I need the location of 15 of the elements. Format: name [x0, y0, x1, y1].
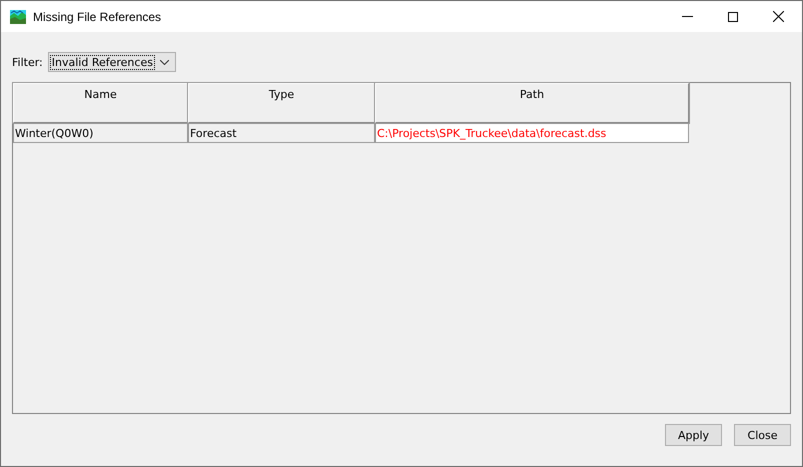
filter-dropdown[interactable]: Invalid References — [48, 52, 176, 72]
dialog-button[interactable]: Close — [734, 424, 791, 446]
maximize-icon[interactable] — [728, 12, 738, 22]
column-header[interactable]: Type — [188, 83, 375, 123]
window-title: Missing File References — [33, 10, 162, 24]
table-cell: C:\Projects\SPK_Truckee\data\forecast.dss — [375, 123, 689, 143]
caret-icon — [160, 60, 169, 64]
column-header[interactable]: Name — [13, 83, 188, 123]
filter-label: Filter: — [12, 56, 43, 68]
column-header[interactable]: Path — [375, 83, 689, 123]
close-icon[interactable] — [773, 11, 784, 22]
dialog-button[interactable]: Apply — [665, 424, 722, 446]
table-cell: Winter(Q0W0) — [13, 123, 188, 143]
app-icon — [10, 10, 26, 24]
table-cell: Forecast — [188, 123, 375, 143]
